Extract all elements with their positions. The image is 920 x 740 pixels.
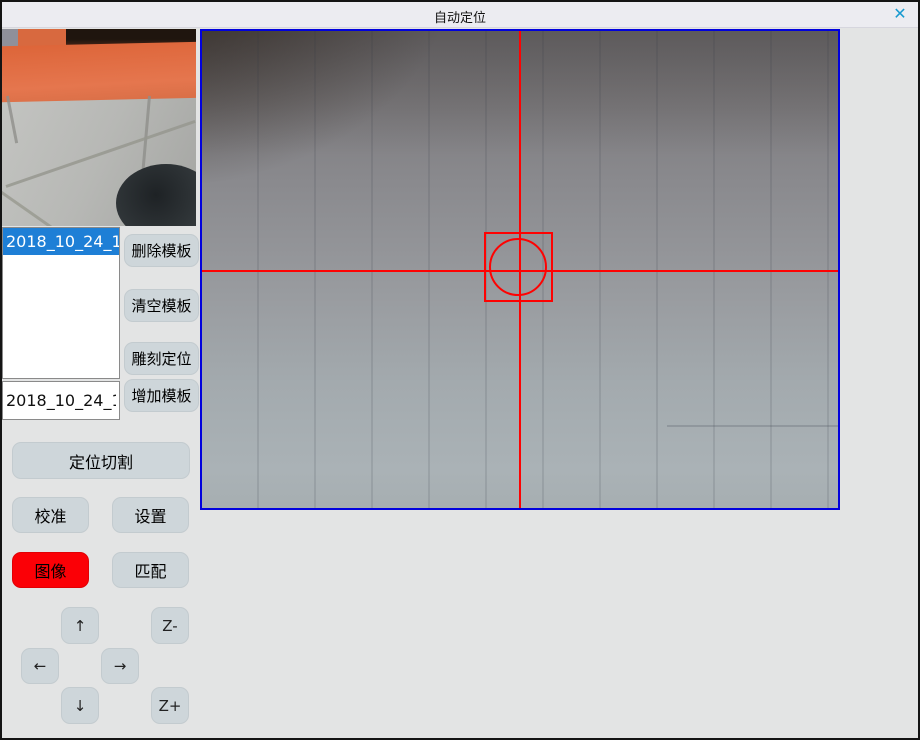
- calibrate-button[interactable]: 校准: [12, 497, 89, 533]
- ceiling-seam-horizontal: [667, 425, 838, 427]
- position-cut-button[interactable]: 定位切割: [12, 442, 190, 479]
- auto-position-window: 自动定位 ✕ 2018_10_24_11 删除模板 清空模板 雕刻定位 增加模板…: [0, 0, 920, 740]
- z-minus-button[interactable]: Z-: [151, 607, 189, 644]
- jog-up-button[interactable]: ↑: [61, 607, 99, 644]
- window-title: 自动定位: [2, 7, 918, 26]
- close-icon[interactable]: ✕: [891, 5, 909, 23]
- thumbnail-orange-beam: [2, 42, 196, 103]
- titlebar: 自动定位 ✕: [2, 2, 918, 28]
- thumbnail-tile-grout-diagonal2: [2, 187, 62, 226]
- thumbnail-tile-grout-left: [6, 96, 18, 144]
- add-template-button[interactable]: 增加模板: [124, 379, 199, 412]
- template-list-item[interactable]: 2018_10_24_11: [3, 228, 119, 255]
- template-name-input[interactable]: [2, 381, 120, 420]
- clear-templates-button[interactable]: 清空模板: [124, 289, 199, 322]
- jog-right-button[interactable]: →: [101, 648, 139, 684]
- template-list[interactable]: 2018_10_24_11: [2, 227, 120, 379]
- settings-button[interactable]: 设置: [112, 497, 189, 533]
- delete-template-button[interactable]: 删除模板: [124, 234, 199, 267]
- match-button[interactable]: 匹配: [112, 552, 189, 588]
- jog-down-button[interactable]: ↓: [61, 687, 99, 724]
- template-thumbnail: [2, 29, 196, 226]
- engrave-position-button[interactable]: 雕刻定位: [124, 342, 199, 375]
- jog-left-button[interactable]: ←: [21, 648, 59, 684]
- image-button[interactable]: 图像: [12, 552, 89, 588]
- thumbnail-dark-object: [116, 164, 196, 226]
- camera-feed: [202, 31, 838, 508]
- z-plus-button[interactable]: Z+: [151, 687, 189, 724]
- camera-view: [200, 29, 840, 510]
- target-circle: [489, 238, 547, 296]
